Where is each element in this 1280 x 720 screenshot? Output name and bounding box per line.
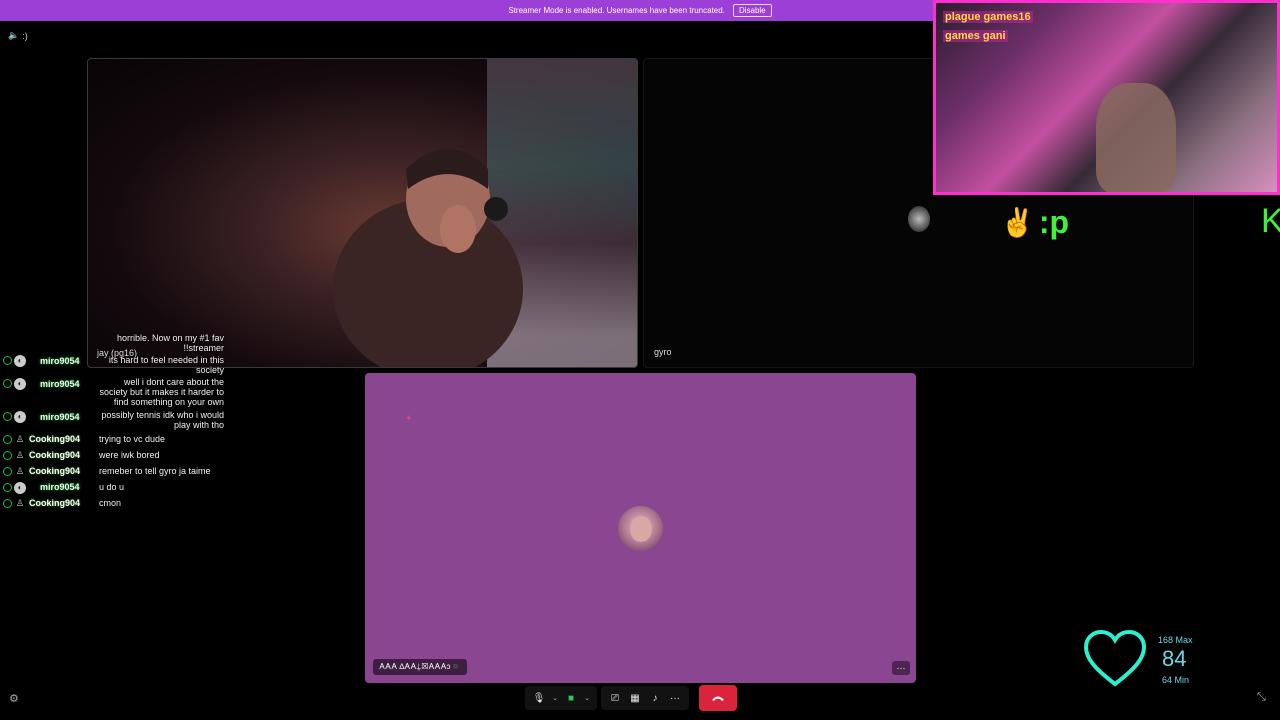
overlay-emote-text: :p bbox=[1038, 204, 1070, 240]
chat-message: possibly tennis idk who i would play wit… bbox=[101, 410, 224, 430]
chat-message: cmon bbox=[99, 498, 122, 508]
overlay-k-text: K bbox=[1261, 202, 1280, 240]
call-toolbar: 🎙 ⌄ ■ ⌄ ⎚ ▦ ♪ ··· bbox=[525, 685, 767, 711]
chat-message: its hard to feel needed in this society bbox=[108, 355, 224, 375]
chat-line: ♙ Cooking904 were iwk bored bbox=[0, 450, 226, 462]
chat-line: ♙ Cooking904 remeber to tell gyro ja tai… bbox=[0, 466, 226, 478]
chat-line: ◐ miro9054 u do u bbox=[0, 482, 226, 494]
hang-up-icon bbox=[712, 696, 724, 701]
chat-badge-icon bbox=[3, 412, 12, 421]
fullscreen-icon[interactable]: ⤡ bbox=[1257, 691, 1266, 704]
chat-line: horrible. Now on my #1 fav bbox=[0, 333, 226, 343]
volume-status[interactable]: 🔈 :) bbox=[8, 30, 28, 41]
chat-message: were iwk bored bbox=[99, 450, 160, 460]
user-icon: ♙ bbox=[16, 450, 25, 460]
chat-badge-icon bbox=[3, 483, 12, 492]
user-icon: ♙ bbox=[16, 434, 25, 444]
video-tile-camera[interactable] bbox=[87, 58, 638, 368]
disable-streamer-mode-button[interactable]: Disable bbox=[732, 4, 772, 17]
person-video bbox=[333, 149, 523, 367]
chat-username: miro9054 bbox=[40, 356, 80, 366]
more-options-button[interactable]: ··· bbox=[892, 661, 910, 675]
overlay-avatar bbox=[908, 206, 930, 232]
peace-hand-icon: ✌ bbox=[1000, 207, 1035, 238]
user-avatar-icon: ◐ bbox=[14, 411, 26, 423]
heart-icon bbox=[1084, 630, 1146, 687]
chat-message: well i dont care about the society but i… bbox=[99, 377, 224, 407]
chat-message: horrible. Now on my #1 fav bbox=[116, 333, 224, 343]
user-icon: ♙ bbox=[16, 466, 25, 476]
chat-message: remeber to tell gyro ja taime bbox=[99, 466, 211, 476]
chat-username: Cooking904 bbox=[29, 434, 81, 444]
chat-badge-icon bbox=[3, 467, 12, 476]
user-avatar-icon: ◐ bbox=[14, 355, 26, 367]
user-avatar-icon: ◐ bbox=[14, 482, 26, 494]
streamer-figure bbox=[1096, 83, 1176, 192]
chat-line: ◐ miro9054 possibly tennis idk who i wou… bbox=[0, 410, 226, 430]
chat-line: ◐ miro9054 jay (pg16) its hard to feel n… bbox=[0, 348, 226, 375]
stream-name-1: plague games16 bbox=[943, 11, 1033, 23]
chat-badge-icon bbox=[3, 435, 12, 444]
settings-icon[interactable]: ⚙ bbox=[9, 692, 19, 705]
chat-badge-icon bbox=[3, 379, 12, 388]
chat-message: u do u bbox=[99, 482, 125, 492]
chevron-down-icon[interactable]: ⌄ bbox=[549, 688, 561, 708]
chevron-down-icon[interactable]: ⌄ bbox=[581, 688, 593, 708]
banner-text: Streamer Mode is enabled. Usernames have… bbox=[508, 6, 725, 15]
microphone-icon[interactable]: 🎙 bbox=[529, 688, 549, 708]
heart-rate-value: 84 bbox=[1162, 646, 1187, 671]
video-tile-main[interactable]: ✦ 𐌀𐌀𐌀 ∆𐌀𐌀⍊☒𐌀𐌀𐌀ɔ◾ ··· bbox=[365, 373, 916, 683]
chat-username: miro9054 bbox=[40, 412, 80, 422]
activities-icon[interactable]: ▦ bbox=[625, 688, 645, 708]
user-avatar-icon: ◐ bbox=[14, 378, 26, 390]
soundboard-icon[interactable]: ♪ bbox=[645, 688, 665, 708]
chat-line: ♙ Cooking904 trying to vc dude bbox=[0, 434, 226, 446]
end-call-button[interactable] bbox=[699, 685, 737, 711]
overlay-emote: ✌ :p bbox=[1000, 204, 1069, 241]
heart-rate-min: 64 Min bbox=[1162, 675, 1190, 685]
participant-name: gyro bbox=[654, 347, 672, 357]
chat-badge-icon bbox=[3, 451, 12, 460]
media-controls: 🎙 ⌄ ■ ⌄ bbox=[525, 686, 597, 710]
chat-badge-icon bbox=[3, 499, 12, 508]
participant-name: 𐌀𐌀𐌀 ∆𐌀𐌀⍊☒𐌀𐌀𐌀ɔ◾ bbox=[373, 659, 467, 675]
chat-username: Cooking904 bbox=[29, 498, 81, 508]
screen-share-icon[interactable]: ⎚ bbox=[605, 688, 625, 708]
chat-username: miro9054 bbox=[40, 482, 80, 492]
activity-controls: ⎚ ▦ ♪ ··· bbox=[601, 686, 689, 710]
chat-badge-icon bbox=[3, 356, 12, 365]
chat-username: Cooking904 bbox=[29, 466, 81, 476]
chat-line: ♙ Cooking904 cmon bbox=[0, 498, 226, 510]
chat-message: trying to vc dude bbox=[99, 434, 166, 444]
chat-username: Cooking904 bbox=[29, 450, 81, 460]
stream-name-2: games gani bbox=[943, 30, 1008, 42]
chat-line: ◐ miro9054 well i dont care about the so… bbox=[0, 377, 226, 407]
volume-text: :) bbox=[22, 30, 28, 41]
chat-username: miro9054 bbox=[40, 379, 80, 389]
mouse-cursor-icon: ✦ bbox=[405, 413, 413, 423]
stream-overlay: plague games16 games gani bbox=[933, 0, 1280, 195]
more-icon[interactable]: ··· bbox=[665, 688, 685, 708]
user-icon: ♙ bbox=[16, 498, 25, 508]
heart-rate-max: 168 Max bbox=[1158, 635, 1193, 645]
camera-icon[interactable]: ■ bbox=[561, 688, 581, 708]
speaker-icon: 🔈 bbox=[8, 30, 20, 40]
participant-avatar bbox=[618, 506, 663, 551]
avatar-face bbox=[630, 516, 652, 542]
